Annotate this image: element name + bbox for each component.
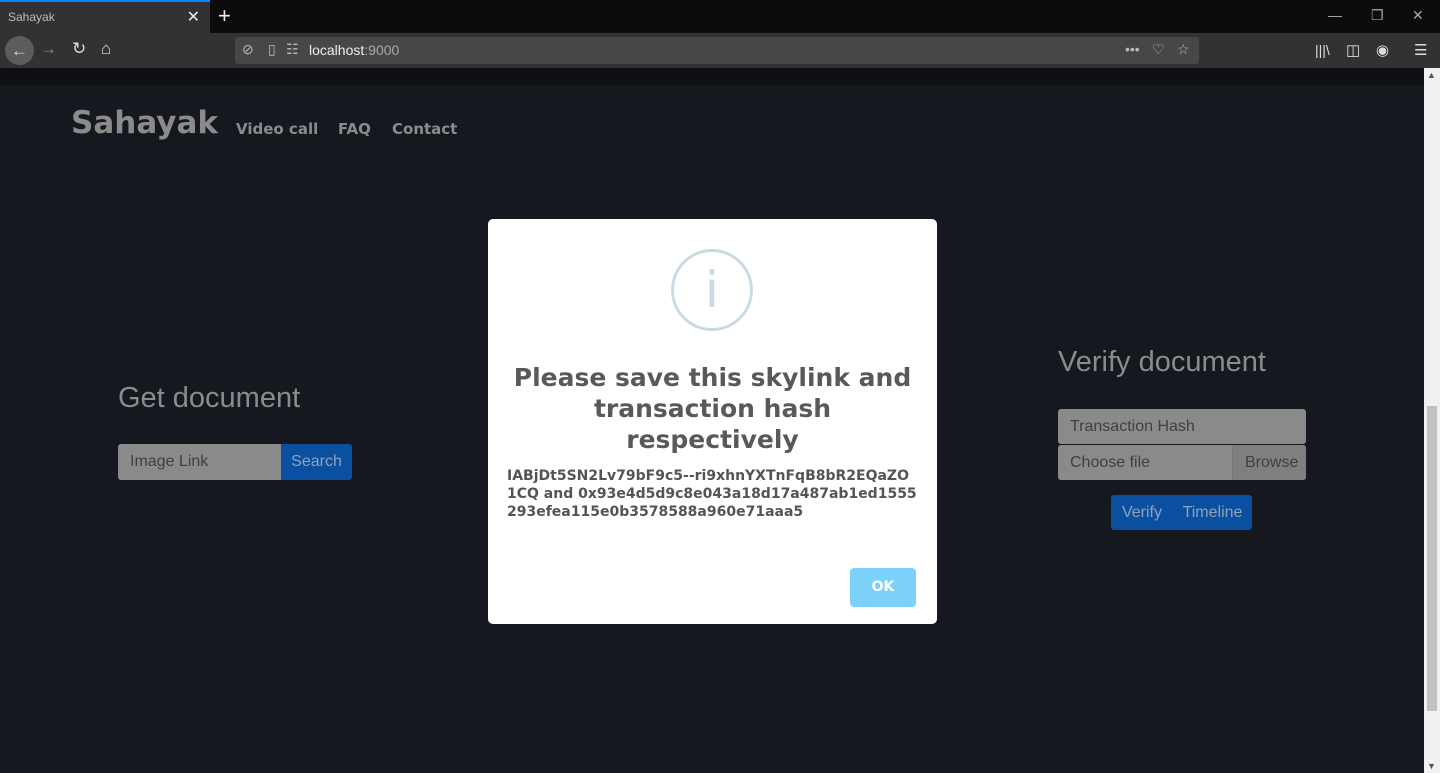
close-tab-icon[interactable]: ✕ <box>187 7 200 27</box>
scrollbar[interactable]: ▲ ▼ <box>1424 68 1440 773</box>
pocket-icon[interactable]: ♡ <box>1152 41 1165 58</box>
ok-button[interactable]: OK <box>850 568 916 607</box>
nav-video-call[interactable]: Video call <box>236 120 318 138</box>
page-icon: ▯ <box>268 41 276 57</box>
search-button[interactable]: Search <box>281 444 352 480</box>
verify-button[interactable]: Verify <box>1111 495 1173 530</box>
url-bar[interactable]: ⊘ ▯ ☷ localhost:9000 ••• ♡ ☆ <box>235 37 1199 64</box>
image-link-input[interactable]: Image Link <box>118 444 282 480</box>
tab-bar: Sahayak ✕ + — ❐ ✕ <box>0 0 1440 33</box>
permissions-icon[interactable]: ☷ <box>286 41 299 58</box>
home-icon[interactable]: ⌂ <box>101 39 111 59</box>
forward-icon[interactable]: → <box>40 39 57 59</box>
restore-icon[interactable]: ❐ <box>1371 7 1384 24</box>
minimize-icon[interactable]: — <box>1328 7 1342 23</box>
bookmark-star-icon[interactable]: ☆ <box>1177 41 1190 58</box>
tracking-protection-icon[interactable]: ⊘ <box>242 41 254 58</box>
new-tab-icon[interactable]: + <box>218 3 231 29</box>
timeline-button[interactable]: Timeline <box>1173 495 1252 530</box>
url-port: :9000 <box>364 42 400 58</box>
modal-title: Please save this skylink and transaction… <box>513 363 912 454</box>
get-document-heading: Get document <box>118 382 301 414</box>
verify-document-heading: Verify document <box>1058 346 1266 378</box>
more-icon[interactable]: ••• <box>1125 41 1140 57</box>
menu-icon[interactable]: ☰ <box>1414 41 1427 59</box>
sidebar-icon[interactable]: ◫ <box>1346 41 1360 59</box>
nav-contact[interactable]: Contact <box>392 120 457 138</box>
close-window-icon[interactable]: ✕ <box>1412 7 1424 24</box>
alert-modal: i Please save this skylink and transacti… <box>488 219 937 624</box>
library-icon[interactable]: |||\ <box>1315 42 1330 58</box>
browser-tab[interactable]: Sahayak ✕ <box>0 0 210 33</box>
scroll-down-icon[interactable]: ▼ <box>1427 761 1436 771</box>
file-placeholder: Choose file <box>1070 454 1151 471</box>
transaction-hash-input[interactable]: Transaction Hash <box>1058 409 1306 444</box>
nav-faq[interactable]: FAQ <box>338 120 371 138</box>
navigation-toolbar: ← → ↻ ⌂ ⊘ ▯ ☷ localhost:9000 ••• ♡ ☆ |||… <box>0 33 1440 68</box>
tab-title: Sahayak <box>8 10 55 24</box>
back-icon[interactable]: ← <box>5 36 34 65</box>
account-icon[interactable]: ◉ <box>1376 41 1389 59</box>
url-host: localhost <box>309 42 365 58</box>
reload-icon[interactable]: ↻ <box>72 39 86 59</box>
modal-text: IABjDt5SN2Lv79bF9c5--ri9xhnYXTnFqB8bR2EQ… <box>507 468 917 520</box>
info-icon: i <box>671 249 753 331</box>
scrollbar-thumb[interactable] <box>1427 406 1437 711</box>
scroll-up-icon[interactable]: ▲ <box>1427 70 1436 80</box>
brand-logo[interactable]: Sahayak <box>71 105 218 141</box>
browse-button[interactable]: Browse <box>1232 445 1306 480</box>
